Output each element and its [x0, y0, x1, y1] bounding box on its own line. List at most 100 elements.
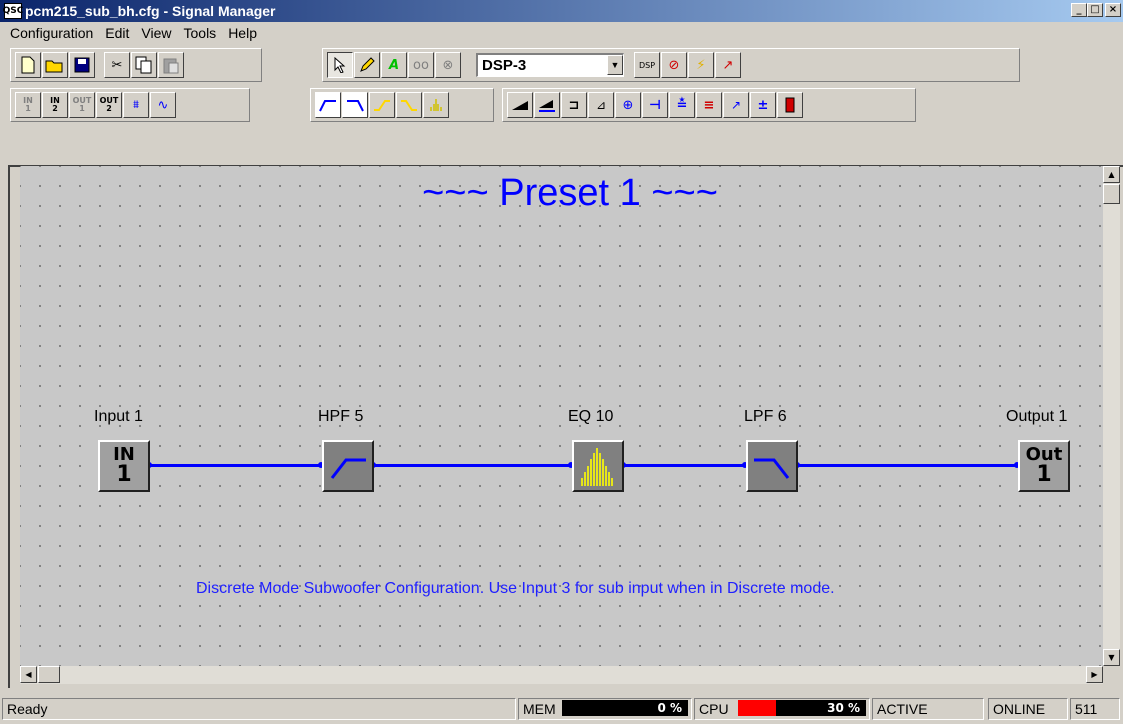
- sine-generator-icon[interactable]: ∿: [150, 92, 176, 118]
- hpf5-block[interactable]: [322, 440, 374, 492]
- cpu-meter-fill: [738, 700, 777, 716]
- scroll-up-icon[interactable]: ▲: [1103, 166, 1120, 183]
- active-text: ACTIVE: [877, 701, 928, 717]
- dsp-select[interactable]: DSP-3 ▼: [476, 53, 624, 77]
- mem-label: MEM: [523, 701, 556, 717]
- wire-hpf-eq: [372, 464, 574, 467]
- cut-icon[interactable]: ✂: [104, 52, 130, 78]
- input2-button[interactable]: IN 2: [42, 92, 68, 118]
- menu-configuration[interactable]: Configuration: [4, 25, 99, 41]
- new-file-icon[interactable]: [15, 52, 41, 78]
- router-icon[interactable]: ⊐: [561, 92, 587, 118]
- menu-tools[interactable]: Tools: [178, 25, 223, 41]
- polarity-icon[interactable]: ±: [750, 92, 776, 118]
- window-controls: _ □ ×: [1071, 3, 1121, 17]
- filter-toolbar-group: [310, 88, 494, 122]
- wire-input-hpf: [148, 464, 324, 467]
- cpu-meter: 30 %: [738, 700, 866, 716]
- input1-block-number: 1: [116, 462, 132, 487]
- eq10-block[interactable]: [572, 440, 624, 492]
- main-toolbar: ✂ A oo ⊗ DSP-3 ▼ DSP ⊘ ⚡ ↗: [0, 46, 1123, 84]
- window-title: pcm215_sub_bh.cfg - Signal Manager: [25, 3, 276, 19]
- input1-block[interactable]: IN 1: [98, 440, 150, 492]
- scroll-left-icon[interactable]: ◀: [20, 666, 37, 683]
- output2-button[interactable]: OUT 2: [96, 92, 122, 118]
- output1-block-number: 1: [1036, 462, 1052, 487]
- qsc-app-icon[interactable]: QSC: [3, 3, 23, 19]
- title-bar: QSC pcm215_sub_bh.cfg - Signal Manager _…: [0, 0, 1123, 22]
- noise-generator-icon[interactable]: ⩩: [123, 92, 149, 118]
- status-bar: Ready MEM 0 % CPU 30 % ACTIVE ONLINE 511: [0, 696, 1123, 724]
- count-text: 511: [1075, 701, 1098, 717]
- lightning-icon[interactable]: ⚡: [688, 52, 714, 78]
- vertical-scrollbar[interactable]: ▲ ▼: [1103, 166, 1120, 666]
- menu-bar: Configuration Edit View Tools Help: [0, 22, 1123, 44]
- eq-bars-icon: [581, 448, 613, 486]
- design-canvas[interactable]: ~~~ Preset 1 ~~~ Input 1 HPF 5 EQ 10 LPF…: [20, 166, 1103, 666]
- online-text: ONLINE: [993, 701, 1046, 717]
- mem-meter: 0 %: [562, 700, 688, 716]
- wire-lpf-output: [796, 464, 1020, 467]
- cpu-label: CPU: [699, 701, 729, 717]
- lowshelf-icon[interactable]: [396, 92, 422, 118]
- text-tool-icon[interactable]: A: [381, 52, 407, 78]
- online-indicator: ONLINE: [988, 698, 1068, 720]
- lpf6-label: LPF 6: [744, 408, 787, 425]
- copy-icon[interactable]: [131, 52, 157, 78]
- open-folder-icon[interactable]: [42, 52, 68, 78]
- lowpass-icon[interactable]: [342, 92, 368, 118]
- vertical-scroll-thumb[interactable]: [1103, 184, 1120, 204]
- highpass-icon[interactable]: [315, 92, 341, 118]
- paste-icon[interactable]: [158, 52, 184, 78]
- scroll-right-icon[interactable]: ▶: [1086, 666, 1103, 683]
- link-icon[interactable]: oo: [408, 52, 434, 78]
- tools-toolbar-group: A oo ⊗ DSP-3 ▼ DSP ⊘ ⚡ ↗: [322, 48, 1020, 82]
- gain-bus-icon[interactable]: [534, 92, 560, 118]
- close-icon[interactable]: ×: [1105, 3, 1121, 17]
- gain-icon[interactable]: [507, 92, 533, 118]
- lowpass-filter-icon: [754, 458, 790, 479]
- active-indicator: ACTIVE: [872, 698, 984, 720]
- highshelf-icon[interactable]: [369, 92, 395, 118]
- preset-title: ~~~ Preset 1 ~~~: [422, 172, 718, 214]
- status-ready-text: Ready: [7, 701, 48, 717]
- input1-button[interactable]: IN 1: [15, 92, 41, 118]
- hpf5-label: HPF 5: [318, 408, 364, 425]
- wire-eq-lpf: [622, 464, 748, 467]
- limiter-icon[interactable]: ↗: [723, 92, 749, 118]
- io-toolbar-group: IN 1 IN 2 OUT 1 OUT 2 ⩩ ∿: [10, 88, 250, 122]
- delay-icon[interactable]: ⊣: [642, 92, 668, 118]
- ducker-icon[interactable]: ≡: [696, 92, 722, 118]
- minimize-icon[interactable]: _: [1071, 3, 1087, 17]
- output1-block[interactable]: Out 1: [1018, 440, 1070, 492]
- splitter-icon[interactable]: ⊕: [615, 92, 641, 118]
- pencil-icon[interactable]: [354, 52, 380, 78]
- file-toolbar-group: ✂: [10, 48, 262, 82]
- mixer-icon[interactable]: ≛: [669, 92, 695, 118]
- maximize-icon[interactable]: □: [1087, 3, 1103, 17]
- menu-edit[interactable]: Edit: [99, 25, 135, 41]
- component-toolbar: IN 1 IN 2 OUT 1 OUT 2 ⩩ ∿ ⊐ ⊿ ⊕ ⊣ ≛ ≡ ↗ …: [0, 86, 1123, 122]
- eq10-label: EQ 10: [568, 408, 614, 425]
- canvas-note: Discrete Mode Subwoofer Configuration. U…: [196, 580, 835, 597]
- chevron-down-icon[interactable]: ▼: [607, 55, 623, 75]
- mute-speaker-icon[interactable]: ⊘: [661, 52, 687, 78]
- pointer-icon[interactable]: [327, 52, 353, 78]
- parametric-eq-icon[interactable]: [423, 92, 449, 118]
- count-indicator: 511: [1070, 698, 1120, 720]
- menu-help[interactable]: Help: [222, 25, 263, 41]
- save-icon[interactable]: [69, 52, 95, 78]
- lpf6-block[interactable]: [746, 440, 798, 492]
- menu-view[interactable]: View: [135, 25, 177, 41]
- output1-label: Output 1: [1006, 408, 1068, 425]
- horizontal-scrollbar[interactable]: ◀ ▶: [20, 666, 1103, 684]
- meter-icon[interactable]: [777, 92, 803, 118]
- output1-button[interactable]: OUT 1: [69, 92, 95, 118]
- scroll-down-icon[interactable]: ▼: [1103, 649, 1120, 666]
- dsp-device-icon[interactable]: DSP: [634, 52, 660, 78]
- horizontal-scroll-thumb[interactable]: [38, 666, 60, 683]
- compressor-icon[interactable]: ⊿: [588, 92, 614, 118]
- unlink-icon[interactable]: ⊗: [435, 52, 461, 78]
- probe-icon[interactable]: ↗: [715, 52, 741, 78]
- input1-label: Input 1: [94, 408, 143, 425]
